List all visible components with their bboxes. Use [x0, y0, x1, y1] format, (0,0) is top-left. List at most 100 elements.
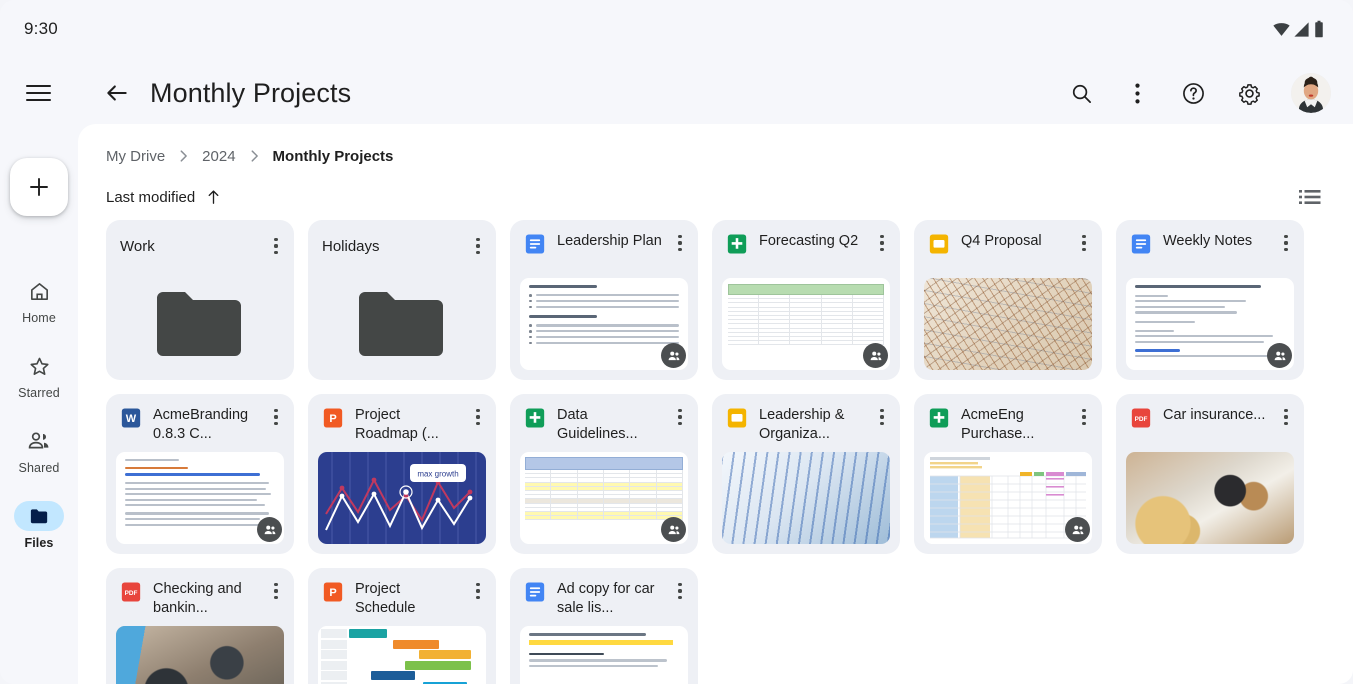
- breadcrumb-item-current: Monthly Projects: [272, 147, 394, 165]
- file-card[interactable]: W AcmeBranding 0.8.3 C...: [106, 394, 294, 554]
- account-avatar[interactable]: [1291, 73, 1331, 113]
- google-sheets-icon: [929, 408, 949, 428]
- card-header: Data Guidelines...: [510, 394, 698, 450]
- svg-text:PDF: PDF: [1135, 416, 1148, 423]
- file-name: Ad copy for car sale lis...: [557, 581, 655, 616]
- card-header: Holidays: [308, 220, 496, 268]
- file-name: Data Guidelines...: [557, 407, 638, 442]
- sidebar-item-starred[interactable]: Starred: [0, 351, 78, 400]
- file-more-actions-icon[interactable]: [266, 235, 286, 257]
- file-name: Forecasting Q2: [759, 233, 859, 249]
- svg-text:PDF: PDF: [125, 590, 138, 597]
- folder-icon: [30, 508, 47, 523]
- svg-text:P: P: [329, 587, 336, 599]
- folder-thumbnail: [308, 268, 496, 380]
- sidebar-item-files[interactable]: Files: [0, 501, 78, 550]
- folder-thumbnail: [106, 268, 294, 380]
- microsoft-word-icon: W: [121, 408, 141, 428]
- status-time: 9:30: [24, 19, 58, 38]
- file-more-actions-icon[interactable]: [468, 235, 488, 257]
- sidebar-item-label: Starred: [18, 386, 60, 400]
- arrow-up-icon[interactable]: [206, 189, 221, 205]
- file-name: AcmeEng Purchase...: [961, 407, 1035, 442]
- sidebar-item-home[interactable]: Home: [0, 276, 78, 325]
- file-more-actions-icon[interactable]: [266, 580, 286, 602]
- back-arrow-icon[interactable]: [102, 78, 132, 108]
- app-screen: 9:30 Monthly Projects Home Starred Share…: [0, 0, 1353, 684]
- card-header: Ad copy for car sale lis...: [510, 568, 698, 624]
- list-view-icon[interactable]: [1299, 188, 1321, 206]
- file-more-actions-icon[interactable]: [468, 406, 488, 428]
- file-card[interactable]: P Project Schedule: [308, 568, 496, 684]
- file-name: Project Schedule: [355, 581, 416, 616]
- home-icon: [30, 282, 48, 300]
- file-more-actions-icon[interactable]: [670, 406, 690, 428]
- card-header: PDF Car insurance...: [1116, 394, 1304, 450]
- map-image: [924, 278, 1092, 370]
- status-icons: [1273, 20, 1325, 38]
- chevron-right-icon: [178, 149, 189, 163]
- hamburger-menu-icon[interactable]: [10, 85, 66, 101]
- file-more-actions-icon[interactable]: [1074, 232, 1094, 254]
- file-more-actions-icon[interactable]: [1276, 406, 1296, 428]
- microsoft-powerpoint-icon: P: [323, 408, 343, 428]
- microsoft-powerpoint-icon: P: [323, 582, 343, 602]
- file-card[interactable]: Weekly Notes: [1116, 220, 1304, 380]
- file-card-folder[interactable]: Holidays: [308, 220, 496, 380]
- file-name: Car insurance...: [1163, 407, 1266, 423]
- battery-icon: [1315, 20, 1323, 38]
- sidebar-item-shared[interactable]: Shared: [0, 426, 78, 475]
- file-thumbnail: max growth: [318, 452, 486, 544]
- google-docs-icon: [1131, 234, 1151, 254]
- sidebar-item-label: Files: [24, 536, 54, 550]
- app-bar: Monthly Projects: [0, 62, 1353, 124]
- breadcrumb-item-my-drive[interactable]: My Drive: [106, 148, 165, 165]
- file-card[interactable]: AcmeEng Purchase...: [914, 394, 1102, 554]
- cellular-signal-icon: [1294, 21, 1309, 37]
- file-card[interactable]: Ad copy for car sale lis...: [510, 568, 698, 684]
- breadcrumb: My Drive 2024 Monthly Projects: [78, 124, 1353, 170]
- file-more-actions-icon[interactable]: [872, 406, 892, 428]
- line-chart-image: max growth: [318, 452, 486, 544]
- settings-icon[interactable]: [1235, 79, 1263, 107]
- folder-icon: [157, 292, 241, 356]
- desk-photo: [116, 626, 284, 684]
- status-bar: 9:30: [0, 0, 1353, 58]
- shared-people-icon: [661, 517, 686, 542]
- sort-toolbar: Last modified: [78, 170, 1353, 212]
- breadcrumb-item-2024[interactable]: 2024: [202, 148, 235, 165]
- file-card[interactable]: Q4 Proposal: [914, 220, 1102, 380]
- help-icon[interactable]: [1179, 79, 1207, 107]
- file-grid: Work Holidays Leadership Plan Forecastin…: [78, 212, 1353, 684]
- file-name: Weekly Notes: [1163, 233, 1253, 249]
- search-icon[interactable]: [1067, 79, 1095, 107]
- more-options-icon[interactable]: [1123, 79, 1151, 107]
- file-more-actions-icon[interactable]: [468, 580, 488, 602]
- card-header: Q4 Proposal: [914, 220, 1102, 276]
- file-more-actions-icon[interactable]: [1074, 406, 1094, 428]
- file-card[interactable]: Data Guidelines...: [510, 394, 698, 554]
- rail-items: Home Starred Shared Files: [0, 276, 78, 550]
- file-more-actions-icon[interactable]: [670, 580, 690, 602]
- sort-button[interactable]: Last modified: [106, 189, 195, 206]
- pdf-icon: PDF: [121, 582, 141, 602]
- file-card-folder[interactable]: Work: [106, 220, 294, 380]
- file-name: Project Roadmap (...: [355, 407, 439, 442]
- content-panel: My Drive 2024 Monthly Projects Last modi…: [78, 124, 1353, 684]
- file-more-actions-icon[interactable]: [670, 232, 690, 254]
- file-card[interactable]: Forecasting Q2: [712, 220, 900, 380]
- card-header: P Project Roadmap (...: [308, 394, 496, 450]
- file-card[interactable]: Leadership & Organiza...: [712, 394, 900, 554]
- wifi-icon: [1273, 22, 1290, 36]
- file-more-actions-icon[interactable]: [872, 232, 892, 254]
- file-card[interactable]: Leadership Plan: [510, 220, 698, 380]
- shared-people-icon: [863, 343, 888, 368]
- file-more-actions-icon[interactable]: [1276, 232, 1296, 254]
- google-docs-icon: [525, 582, 545, 602]
- create-new-button[interactable]: [10, 158, 68, 216]
- file-card[interactable]: PDF Car insurance...: [1116, 394, 1304, 554]
- file-card[interactable]: PDF Checking and bankin...: [106, 568, 294, 684]
- file-more-actions-icon[interactable]: [266, 406, 286, 428]
- file-card[interactable]: P Project Roadmap (... max growth: [308, 394, 496, 554]
- file-thumbnail: [318, 626, 486, 684]
